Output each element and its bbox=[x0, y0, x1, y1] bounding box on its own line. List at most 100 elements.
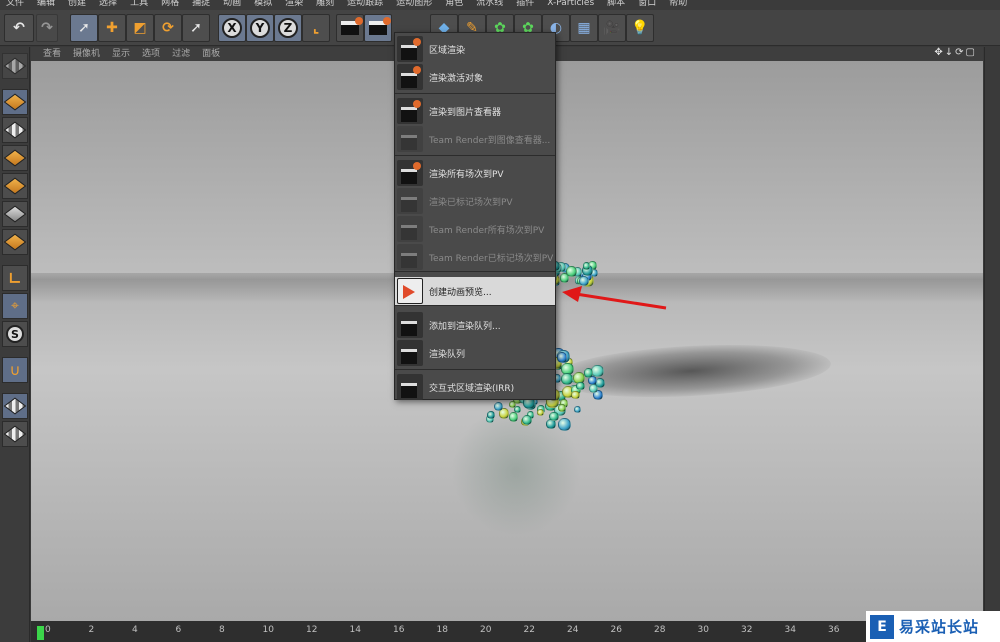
timeline-tick-label: 34 bbox=[784, 625, 796, 635]
viewport-menu-item[interactable]: 选项 bbox=[142, 49, 160, 59]
menu-item[interactable]: 流水线 bbox=[476, 0, 503, 8]
floor-button[interactable]: ▦ bbox=[570, 14, 598, 42]
select-tool-button[interactable]: ➚ bbox=[70, 14, 98, 42]
menu-item[interactable]: 创建 bbox=[68, 0, 86, 8]
menu-item[interactable]: 帮助 bbox=[669, 0, 687, 8]
move-tool-button[interactable]: ✚ bbox=[98, 14, 126, 42]
menu-item[interactable]: 运动图形 bbox=[396, 0, 432, 8]
render-clapboard-icon bbox=[397, 98, 423, 124]
points-mode-button[interactable] bbox=[2, 173, 28, 199]
menu-item[interactable]: 捕捉 bbox=[192, 0, 210, 8]
mouse-icon: ⌖ bbox=[11, 298, 19, 314]
particle-sphere bbox=[582, 262, 591, 270]
tweak-mode-button[interactable]: ⌖ bbox=[2, 293, 28, 319]
rotate-icon: ⟳ bbox=[162, 20, 174, 36]
menu-item[interactable]: 编辑 bbox=[37, 0, 55, 8]
axis-mode-button[interactable]: ∟ bbox=[2, 265, 28, 291]
workplane-mode-button[interactable] bbox=[2, 145, 28, 171]
viewport-menu-item[interactable]: 面板 bbox=[202, 49, 220, 59]
menu-item[interactable]: 动画 bbox=[223, 0, 241, 8]
redo-icon: ↷ bbox=[41, 20, 53, 36]
menu-item[interactable]: 文件 bbox=[6, 0, 24, 8]
light-bulb-icon: 💡 bbox=[631, 20, 649, 36]
render-menu-item[interactable]: Team Render所有场次到PV bbox=[395, 215, 555, 243]
edges-mode-button[interactable] bbox=[2, 201, 28, 227]
render-menu-item[interactable]: 区域渲染 bbox=[395, 35, 555, 63]
menu-item[interactable]: 雕刻 bbox=[316, 0, 334, 8]
viewport-menu-item[interactable]: 过滤 bbox=[172, 49, 190, 59]
render-menu-button[interactable] bbox=[364, 14, 392, 42]
viewport-nav-icons[interactable]: ✥↓⟳▢ bbox=[934, 47, 977, 58]
particle-sphere bbox=[561, 373, 574, 385]
menu-item[interactable]: 插件 bbox=[516, 0, 534, 8]
menu-separator bbox=[395, 93, 555, 94]
timeline[interactable]: 0 2 4 6 8 10 12 14 16 18 20 22 24 26 28 30 32 34 36 bbox=[31, 621, 983, 642]
render-menu-item[interactable]: 渲染已标记场次到PV bbox=[395, 187, 555, 215]
menu-item[interactable]: 脚本 bbox=[607, 0, 625, 8]
render-menu-item[interactable]: 渲染队列 bbox=[395, 339, 555, 367]
render-clapboard-icon bbox=[397, 374, 423, 400]
z-axis-button[interactable]: Z bbox=[274, 14, 302, 42]
menu-item[interactable]: 渲染 bbox=[285, 0, 303, 8]
light-button[interactable]: 💡 bbox=[626, 14, 654, 42]
snap-button[interactable]: S bbox=[2, 321, 28, 347]
y-axis-button[interactable]: Y bbox=[246, 14, 274, 42]
scale-icon: ◩ bbox=[133, 20, 147, 36]
timeline-playhead[interactable] bbox=[37, 626, 44, 640]
render-menu-item-label: 区域渲染 bbox=[429, 45, 466, 56]
menu-item[interactable]: 工具 bbox=[130, 0, 148, 8]
lock-workplane-button[interactable] bbox=[2, 393, 28, 419]
redo-button[interactable]: ↷ bbox=[36, 14, 58, 42]
timeline-tick-label: 16 bbox=[393, 625, 405, 635]
points-cube-icon bbox=[3, 177, 27, 195]
texture-mode-button[interactable] bbox=[2, 117, 28, 143]
planar-workplane-button[interactable] bbox=[2, 421, 28, 447]
menu-item[interactable]: 选择 bbox=[99, 0, 117, 8]
undo-icon: ↶ bbox=[13, 20, 25, 36]
particle-sphere bbox=[557, 403, 566, 412]
make-editable-button[interactable] bbox=[2, 53, 28, 79]
render-menu-item[interactable]: 添加到渲染队列... bbox=[395, 311, 555, 339]
menu-item[interactable]: 窗口 bbox=[638, 0, 656, 8]
clapboard-icon bbox=[341, 17, 363, 35]
render-menu-item[interactable]: 交互式区域渲染(IRR) bbox=[395, 373, 555, 401]
menu-item[interactable]: 角色 bbox=[445, 0, 463, 8]
render-menu-item[interactable]: 渲染激活对象 bbox=[395, 63, 555, 91]
magnet-button[interactable]: ∪ bbox=[2, 357, 28, 383]
render-clapboard-icon bbox=[397, 36, 423, 62]
render-menu-item[interactable]: Team Render到图像查看器... bbox=[395, 125, 555, 153]
undo-button[interactable]: ↶ bbox=[4, 14, 34, 42]
render-menu-item[interactable]: 创建动画预览... bbox=[395, 277, 555, 305]
right-panel-strip bbox=[984, 47, 1000, 642]
checker-cube-icon bbox=[3, 121, 27, 139]
menu-separator bbox=[395, 369, 555, 370]
clapboard-icon bbox=[369, 17, 391, 35]
x-axis-button[interactable]: X bbox=[218, 14, 246, 42]
recent-tool-button[interactable]: ➚ bbox=[182, 14, 210, 42]
rotate-tool-button[interactable]: ⟳ bbox=[154, 14, 182, 42]
menu-item[interactable]: X-Particles bbox=[547, 0, 594, 8]
menu-item[interactable]: 运动跟踪 bbox=[347, 0, 383, 8]
render-view-button[interactable] bbox=[336, 14, 364, 42]
polygons-mode-button[interactable] bbox=[2, 229, 28, 255]
viewport-menu-item[interactable]: 摄像机 bbox=[73, 49, 100, 59]
menu-bar: 文件 编辑 创建 选择 工具 网格 捕捉 动画 模拟 渲染 雕刻 运动跟踪 运动图形 角色 流水线 插件 X-P… bbox=[0, 0, 1000, 10]
workplane-icon bbox=[3, 149, 27, 167]
menu-item[interactable]: 网格 bbox=[161, 0, 179, 8]
timeline-tick-label: 36 bbox=[828, 625, 840, 635]
scale-tool-button[interactable]: ◩ bbox=[126, 14, 154, 42]
particle-sphere bbox=[557, 418, 571, 431]
coordinate-system-button[interactable]: ⌞ bbox=[302, 14, 330, 42]
render-menu-item[interactable]: 渲染到图片查看器 bbox=[395, 97, 555, 125]
viewport-menu-item[interactable]: 显示 bbox=[112, 49, 130, 59]
render-dropdown-menu: 区域渲染渲染激活对象 渲染到图片查看器 Team Render到图像查看器... 渲染… bbox=[394, 32, 556, 400]
checker-cube-icon bbox=[3, 57, 27, 75]
camera-button[interactable]: 🎥 bbox=[598, 14, 626, 42]
z-axis-icon: Z bbox=[278, 18, 298, 38]
model-mode-button[interactable] bbox=[2, 89, 28, 115]
render-menu-item[interactable]: 渲染所有场次到PV bbox=[395, 159, 555, 187]
particle-sphere bbox=[565, 265, 578, 278]
viewport-menu-item[interactable]: 查看 bbox=[43, 49, 61, 59]
menu-item[interactable]: 模拟 bbox=[254, 0, 272, 8]
render-menu-item[interactable]: Team Render已标记场次到PV bbox=[395, 243, 555, 271]
